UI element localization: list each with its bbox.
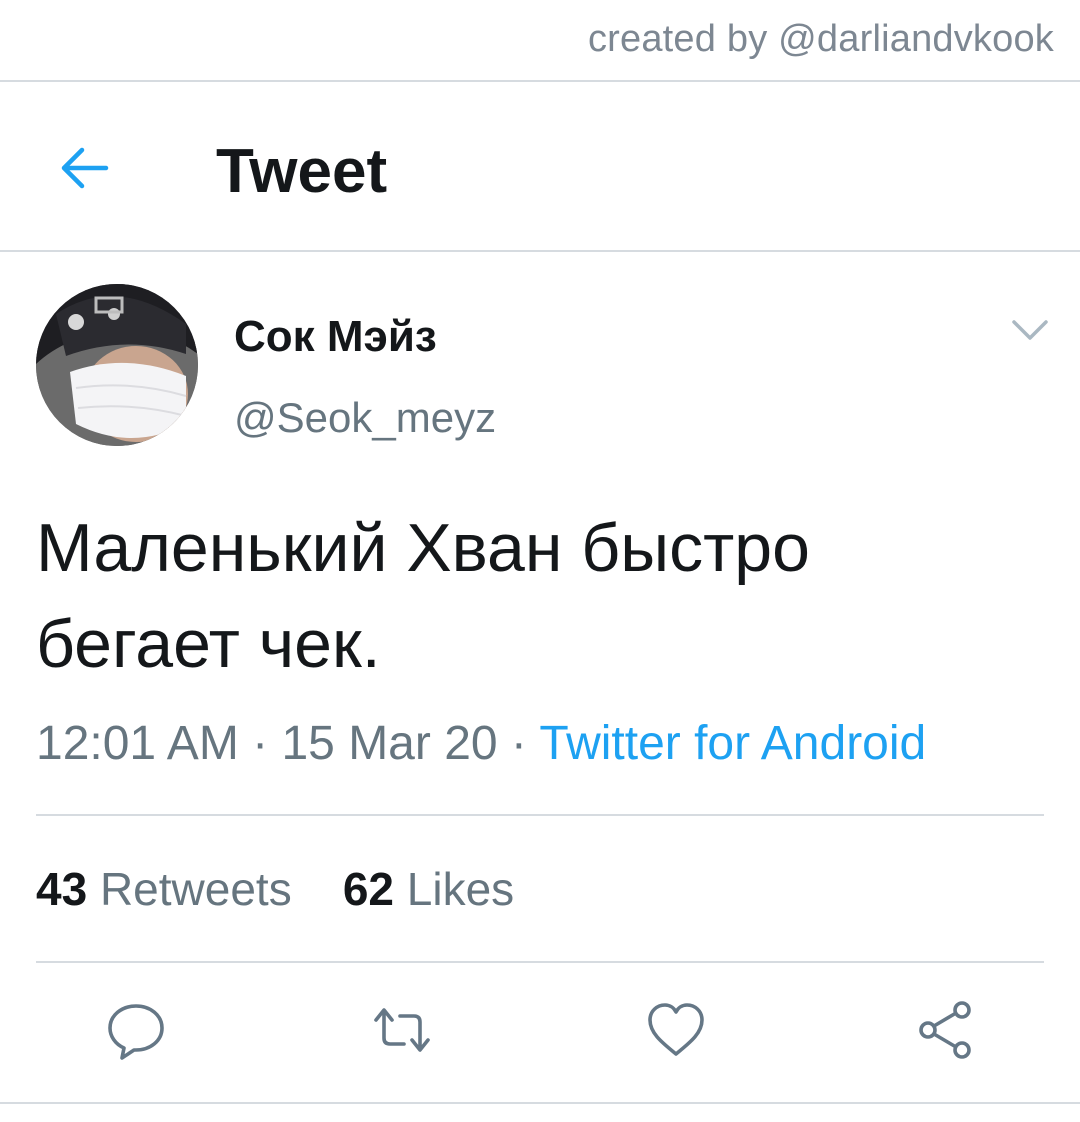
likes-count: 62 xyxy=(342,863,394,915)
heart-icon xyxy=(648,1003,704,1056)
meta-separator: · xyxy=(497,717,540,770)
tweet-menu-button[interactable] xyxy=(1008,310,1052,350)
share-icon xyxy=(919,1001,971,1059)
top-divider xyxy=(0,80,1080,82)
reply-button[interactable] xyxy=(104,998,168,1062)
tweet-stats: 43 Retweets 62 Likes xyxy=(36,862,514,916)
tweet-date: 15 Mar 20 xyxy=(281,717,498,770)
tweet-text-line: Маленький Хван быстро xyxy=(36,510,810,586)
watermark: created by @darliandvkook xyxy=(587,18,1054,60)
tweet-text: Маленький Хван быстро бегает чек. xyxy=(36,500,1046,692)
retweets-count: 43 xyxy=(36,863,88,915)
reply-icon xyxy=(108,1004,164,1060)
tweet-screen: created by @darliandvkook Tweet Сок Мэйз… xyxy=(0,0,1080,1122)
meta-separator: · xyxy=(238,717,282,770)
avatar[interactable] xyxy=(36,284,198,446)
author-display-name[interactable]: Сок Мэйз xyxy=(234,312,437,362)
chevron-down-icon xyxy=(1012,320,1048,340)
retweet-icon xyxy=(374,1008,430,1052)
share-button[interactable] xyxy=(914,998,978,1062)
retweet-button[interactable] xyxy=(370,998,434,1062)
like-button[interactable] xyxy=(644,998,708,1062)
likes-label: Likes xyxy=(406,863,515,915)
retweets-label: Retweets xyxy=(99,863,292,915)
meta-divider xyxy=(36,814,1044,816)
author-handle[interactable]: @Seok_meyz xyxy=(234,394,496,442)
avatar-image xyxy=(36,284,198,446)
arrow-left-icon xyxy=(61,147,109,189)
retweets-stat[interactable]: 43 Retweets xyxy=(36,863,292,915)
likes-stat[interactable]: 62 Likes xyxy=(343,863,514,915)
back-button[interactable] xyxy=(56,140,112,196)
tweet-text-line: бегает чек. xyxy=(36,606,381,682)
header-bar: Tweet xyxy=(0,84,1080,250)
tweet-source-link[interactable]: Twitter for Android xyxy=(539,717,926,770)
tweet-time: 12:01 AM xyxy=(36,717,239,770)
stats-divider xyxy=(36,961,1044,963)
header-divider xyxy=(0,250,1080,252)
tweet-meta: 12:01 AM · 15 Mar 20 · Twitter for Andro… xyxy=(36,716,926,771)
page-title: Tweet xyxy=(216,137,388,206)
bottom-divider xyxy=(0,1102,1080,1104)
